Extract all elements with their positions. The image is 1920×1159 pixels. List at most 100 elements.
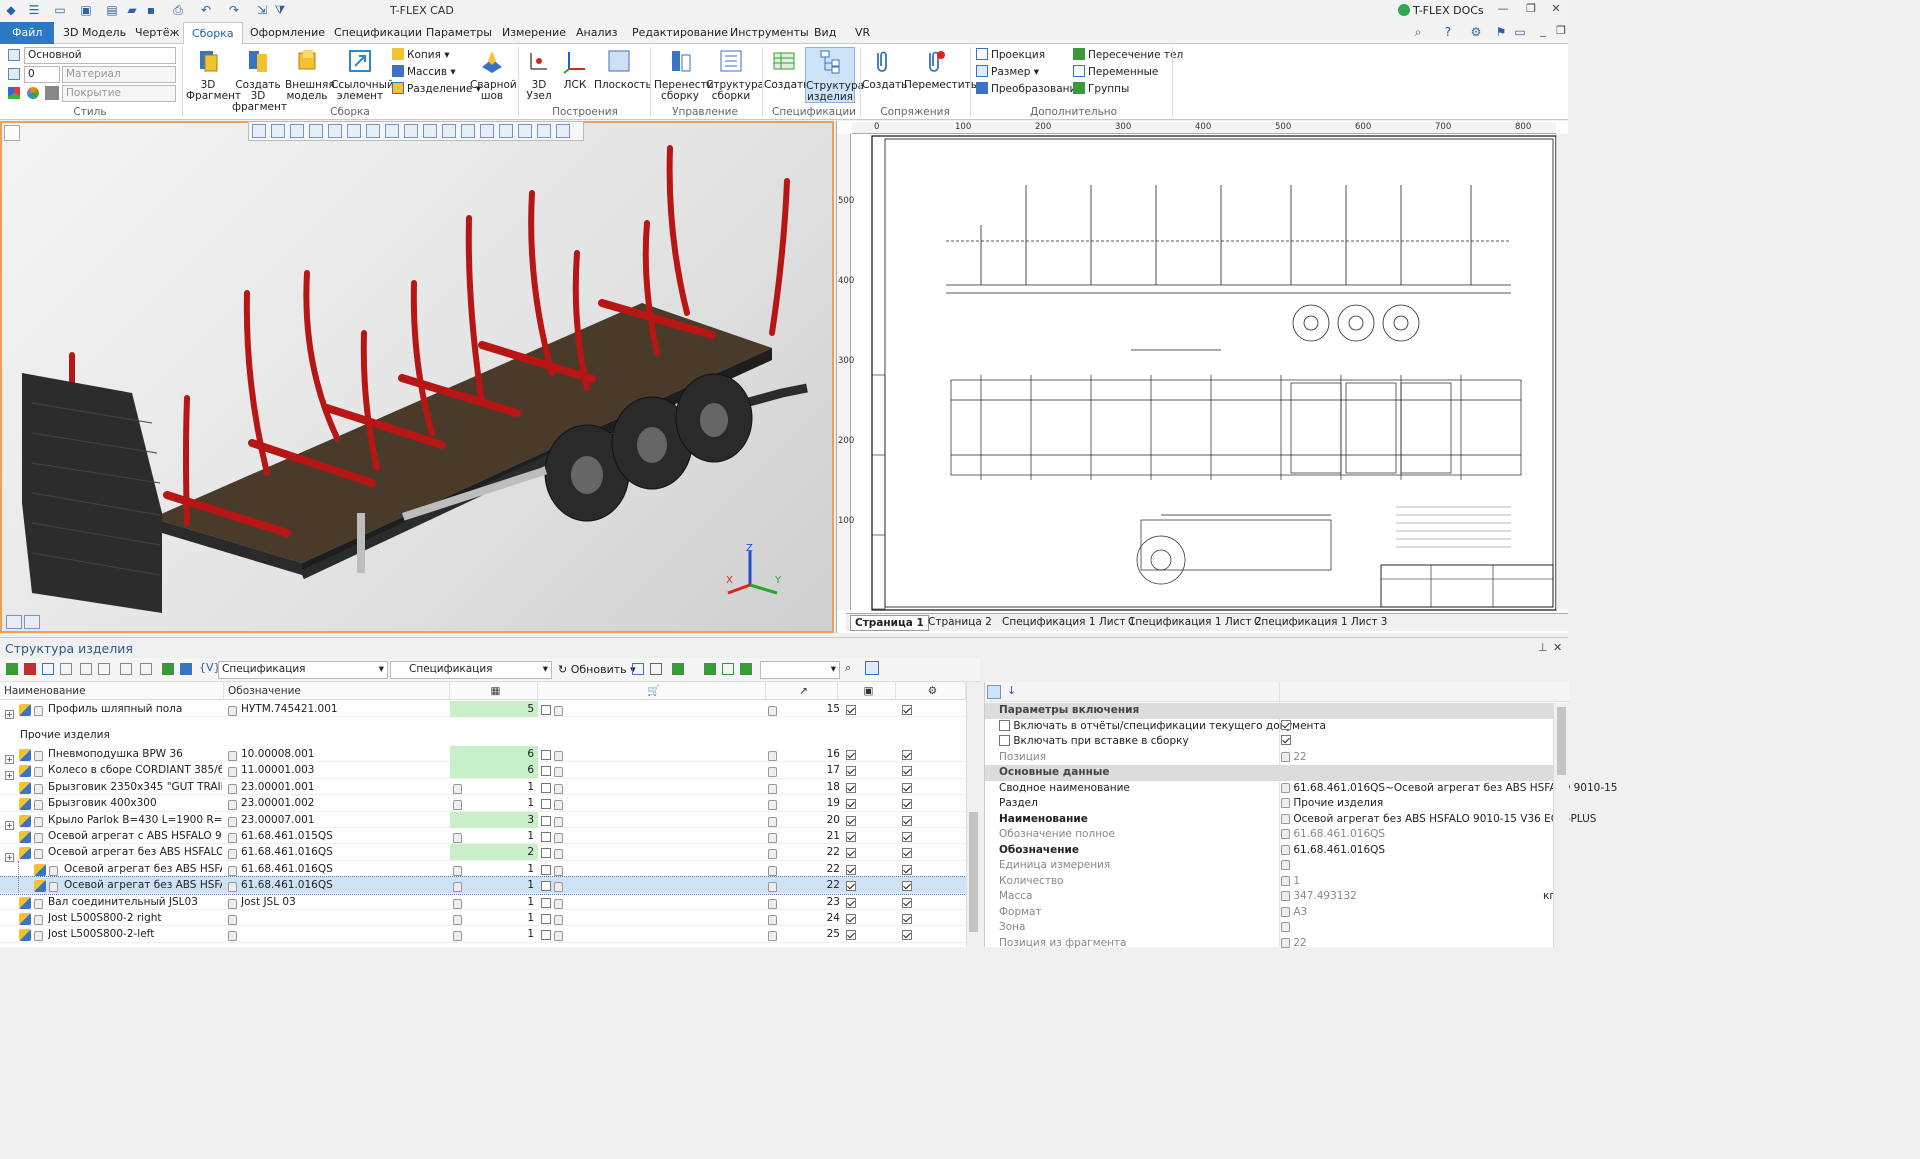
box-3-icon[interactable] [461,124,475,138]
box-1-icon[interactable] [423,124,437,138]
position-value[interactable]: 22 [1293,751,1306,763]
include-checkbox[interactable] [846,930,856,941]
checkbox[interactable] [541,750,551,760]
search-icon[interactable]: ⌕ [1410,25,1426,40]
product-structure-button[interactable]: Структура изделия [805,47,864,103]
prop-row[interactable]: Обозначение 61.68.461.016QS [985,843,1553,859]
cell-quantity[interactable]: 1 [450,894,538,910]
insert-checkbox[interactable] [902,799,912,810]
insert-checkbox[interactable] [902,930,912,941]
sort-down-icon[interactable] [98,663,110,675]
checkbox[interactable] [541,815,551,826]
filter-3-icon[interactable] [290,124,304,138]
cell-position[interactable]: 22 [780,861,840,877]
reference-element-button[interactable]: Ссылочный элемент [331,47,394,102]
flag-icon[interactable]: ⚑ [1493,25,1509,40]
new-3d-icon[interactable]: ▣ [78,3,94,18]
new-doc-icon[interactable]: ▭ [52,3,68,18]
include-checkbox[interactable] [846,848,856,859]
cell-position[interactable]: 19 [780,795,840,811]
cell-position[interactable]: 20 [780,812,840,828]
projection-button[interactable]: Проекция [976,47,1045,63]
excel-icon[interactable] [672,663,684,675]
cell-position[interactable]: 21 [780,828,840,844]
include-checkbox[interactable] [846,897,856,908]
coating-combo[interactable]: Покрытие [62,85,176,102]
cell-position[interactable]: 18 [780,779,840,795]
include-checkbox[interactable] [846,815,856,826]
cell-position[interactable]: 22 [780,844,840,860]
tab-page-2[interactable]: Страница 2 [924,615,996,631]
insert-checkbox[interactable] [902,864,912,875]
box-7-icon[interactable] [537,124,551,138]
expand-icon[interactable]: + [5,710,14,719]
filter-2-icon[interactable] [271,124,285,138]
table-edit-icon[interactable] [722,663,734,675]
table-row[interactable]: Брызговик 2350x345 "GUT TRAILER" 23.00001… [0,779,966,796]
table-row[interactable]: Брызговик 400x300 23.00001.002 1 19 [0,795,966,812]
include-checkbox[interactable] [846,750,856,760]
insert-checkbox[interactable] [902,766,912,777]
include-checkbox[interactable] [846,832,856,842]
cell-position[interactable]: 15 [780,701,840,717]
prop-value[interactable]: A3 [1293,906,1307,918]
table-row[interactable]: + Осевой агрегат без ABS HSFALO 901...61… [0,844,966,863]
mate-create-button[interactable]: Создать [862,47,907,91]
table-row[interactable]: + Профиль шляпный пола НУТМ.745421.001 5 1… [0,701,966,719]
tab-measure[interactable]: Измерение [494,22,574,44]
menu-icon[interactable]: ☰ [26,3,42,18]
tab-parameters[interactable]: Параметры [418,22,500,44]
config-select-1[interactable]: Спецификация ▾ [218,661,388,679]
cell-quantity[interactable]: 1 [450,910,538,926]
checkbox[interactable] [541,766,551,777]
insert-checkbox[interactable] [902,815,912,826]
prop-row[interactable]: Раздел Прочие изделия [985,796,1553,812]
checkbox[interactable] [541,897,551,908]
copy-button[interactable]: Копия ▾ [392,47,450,63]
include-checkbox[interactable] [846,864,856,875]
tab-spec-sheet-1[interactable]: Спецификация 1 Лист 1 [998,615,1139,631]
include-checkbox[interactable] [846,914,856,924]
undo-icon[interactable]: ↶ [198,3,214,18]
table-row[interactable]: Вал соединительный JSL03 Jost JSL 03 1 23 [0,894,966,910]
palette-icon[interactable] [27,87,39,99]
3d-viewport[interactable]: Z Y X [0,121,834,633]
prop-row[interactable]: Единица измерения [985,858,1553,874]
prop-value[interactable]: Прочие изделия [1293,797,1383,809]
insert-checkbox[interactable] [902,705,912,715]
cell-quantity[interactable]: 1 [450,877,538,893]
split-button[interactable]: Разделение ▾ [392,81,481,97]
box-2-icon[interactable] [442,124,456,138]
tab-tools[interactable]: Инструменты [722,22,817,44]
groups-button[interactable]: Группы [1073,81,1129,97]
checkbox[interactable] [541,848,551,859]
grid-scroll-thumb[interactable] [969,812,978,932]
unlink-icon[interactable] [140,663,152,675]
grid-scrollbar[interactable] [966,682,980,947]
cell-quantity[interactable]: 1 [450,779,538,795]
checkbox[interactable] [541,864,551,875]
tab-page-1[interactable]: Страница 1 [850,615,929,631]
include-reports-checkbox[interactable] [1281,719,1291,730]
insert-checkbox[interactable] [902,914,912,924]
open-icon[interactable]: ▰ [124,3,140,18]
prop-row[interactable]: Сводное наименование 61.68.461.016QS~Осе… [985,781,1617,797]
cell-quantity[interactable]: 1 [450,828,538,844]
color-icon[interactable] [8,87,20,99]
tab-file[interactable]: Файл [0,22,55,44]
filter-4-icon[interactable] [328,124,342,138]
cell-quantity[interactable]: 5 [450,701,538,717]
cell-quantity[interactable]: 6 [450,762,538,779]
checkbox[interactable] [541,705,551,715]
box-8-icon[interactable] [556,124,570,138]
spec-2-icon[interactable] [180,663,192,675]
gear-icon[interactable]: ⚙ [1468,25,1484,40]
cell-position[interactable]: 23 [780,894,840,910]
prop-value[interactable]: Осевой агрегат без ABS HSFALO 9010-15 V3… [1293,813,1596,825]
props-scroll-thumb[interactable] [1557,707,1566,775]
tab-vr[interactable]: VR [847,22,878,44]
sort-az-icon[interactable]: ↓ [1007,684,1016,697]
include-checkbox[interactable] [846,782,856,793]
search-combo[interactable]: ▾ [760,661,840,679]
cell-position[interactable]: 22 [780,877,840,893]
